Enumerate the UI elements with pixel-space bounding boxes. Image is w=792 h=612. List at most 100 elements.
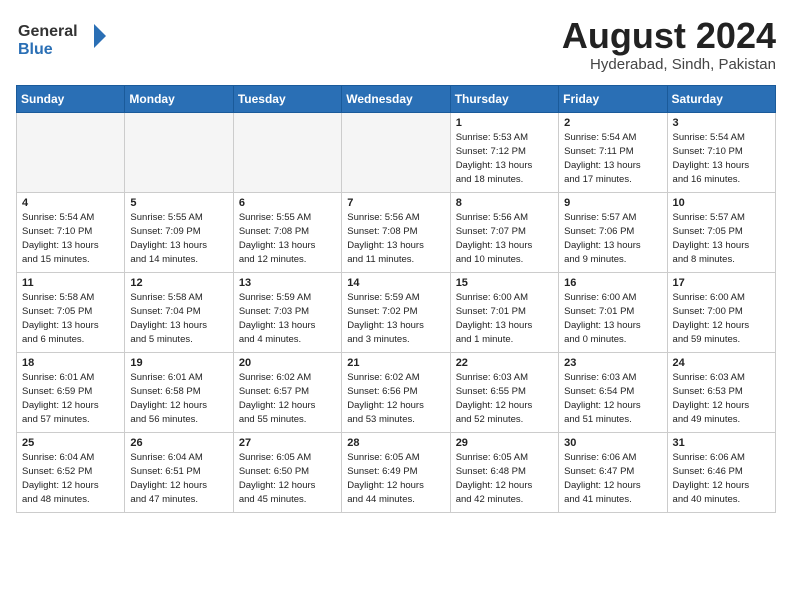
day-info: Sunrise: 5:59 AM Sunset: 7:03 PM Dayligh… xyxy=(239,291,336,348)
week-row-5: 25Sunrise: 6:04 AM Sunset: 6:52 PM Dayli… xyxy=(17,432,776,512)
calendar-cell: 21 Sunrise: 6:02 AM Sunset: 6:56 PM Dayli… xyxy=(342,352,450,432)
calendar-cell: 13 Sunrise: 5:59 AM Sunset: 7:03 PM Dayli… xyxy=(233,272,341,352)
calendar-cell: 14Sunrise: 5:59 AM Sunset: 7:02 PM Dayli… xyxy=(342,272,450,352)
weekday-header-row: SundayMondayTuesdayWednesdayThursdayFrid… xyxy=(17,85,776,112)
calendar-cell: 22Sunrise: 6:03 AM Sunset: 6:55 PM Dayli… xyxy=(450,352,558,432)
day-info: Sunrise: 5:54 AM Sunset: 7:10 PM Dayligh… xyxy=(22,211,119,268)
day-number: 24 xyxy=(673,357,770,369)
day-number: 1 xyxy=(456,117,553,129)
calendar-cell: 3 Sunrise: 5:54 AM Sunset: 7:10 PM Daylig… xyxy=(667,112,775,192)
day-info: Sunrise: 6:04 AM Sunset: 6:51 PM Dayligh… xyxy=(130,451,227,508)
calendar-cell: 7 Sunrise: 5:56 AM Sunset: 7:08 PM Daylig… xyxy=(342,192,450,272)
day-info: Sunrise: 6:02 AM Sunset: 6:56 PM Dayligh… xyxy=(347,371,444,428)
day-number: 15 xyxy=(456,277,553,289)
location: Hyderabad, Sindh, Pakistan xyxy=(562,56,776,73)
day-number: 19 xyxy=(130,357,227,369)
day-number: 16 xyxy=(564,277,661,289)
day-number: 2 xyxy=(564,117,661,129)
weekday-saturday: Saturday xyxy=(667,85,775,112)
day-info: Sunrise: 5:56 AM Sunset: 7:08 PM Dayligh… xyxy=(347,211,444,268)
calendar-cell xyxy=(233,112,341,192)
day-number: 12 xyxy=(130,277,227,289)
day-number: 21 xyxy=(347,357,444,369)
calendar-cell: 12Sunrise: 5:58 AM Sunset: 7:04 PM Dayli… xyxy=(125,272,233,352)
day-number: 3 xyxy=(673,117,770,129)
day-info: Sunrise: 6:05 AM Sunset: 6:50 PM Dayligh… xyxy=(239,451,336,508)
day-number: 4 xyxy=(22,197,119,209)
calendar-cell: 4 Sunrise: 5:54 AM Sunset: 7:10 PM Daylig… xyxy=(17,192,125,272)
day-info: Sunrise: 6:01 AM Sunset: 6:59 PM Dayligh… xyxy=(22,371,119,428)
day-number: 9 xyxy=(564,197,661,209)
day-number: 11 xyxy=(22,277,119,289)
calendar-cell: 23 Sunrise: 6:03 AM Sunset: 6:54 PM Dayli… xyxy=(559,352,667,432)
day-info: Sunrise: 5:57 AM Sunset: 7:06 PM Dayligh… xyxy=(564,211,661,268)
day-number: 30 xyxy=(564,437,661,449)
week-row-3: 11 Sunrise: 5:58 AM Sunset: 7:05 PM Dayli… xyxy=(17,272,776,352)
calendar-cell: 20Sunrise: 6:02 AM Sunset: 6:57 PM Dayli… xyxy=(233,352,341,432)
day-info: Sunrise: 5:55 AM Sunset: 7:09 PM Dayligh… xyxy=(130,211,227,268)
calendar-cell: 31 Sunrise: 6:06 AM Sunset: 6:46 PM Dayli… xyxy=(667,432,775,512)
calendar-cell: 17 Sunrise: 6:00 AM Sunset: 7:00 PM Dayli… xyxy=(667,272,775,352)
day-number: 14 xyxy=(347,277,444,289)
day-number: 6 xyxy=(239,197,336,209)
day-info: Sunrise: 6:05 AM Sunset: 6:48 PM Dayligh… xyxy=(456,451,553,508)
calendar-cell: 27 Sunrise: 6:05 AM Sunset: 6:50 PM Dayli… xyxy=(233,432,341,512)
calendar-cell: 8Sunrise: 5:56 AM Sunset: 7:07 PM Daylig… xyxy=(450,192,558,272)
calendar-cell: 2Sunrise: 5:54 AM Sunset: 7:11 PM Daylig… xyxy=(559,112,667,192)
day-info: Sunrise: 6:06 AM Sunset: 6:46 PM Dayligh… xyxy=(673,451,770,508)
calendar-cell: 1 Sunrise: 5:53 AM Sunset: 7:12 PM Daylig… xyxy=(450,112,558,192)
day-info: Sunrise: 5:55 AM Sunset: 7:08 PM Dayligh… xyxy=(239,211,336,268)
day-info: Sunrise: 6:00 AM Sunset: 7:01 PM Dayligh… xyxy=(456,291,553,348)
week-row-2: 4 Sunrise: 5:54 AM Sunset: 7:10 PM Daylig… xyxy=(17,192,776,272)
day-info: Sunrise: 6:00 AM Sunset: 7:00 PM Dayligh… xyxy=(673,291,770,348)
day-info: Sunrise: 5:58 AM Sunset: 7:05 PM Dayligh… xyxy=(22,291,119,348)
day-info: Sunrise: 6:06 AM Sunset: 6:47 PM Dayligh… xyxy=(564,451,661,508)
day-info: Sunrise: 6:03 AM Sunset: 6:53 PM Dayligh… xyxy=(673,371,770,428)
weekday-sunday: Sunday xyxy=(17,85,125,112)
calendar-cell: 29 Sunrise: 6:05 AM Sunset: 6:48 PM Dayli… xyxy=(450,432,558,512)
day-info: Sunrise: 6:00 AM Sunset: 7:01 PM Dayligh… xyxy=(564,291,661,348)
day-number: 10 xyxy=(673,197,770,209)
week-row-1: 1 Sunrise: 5:53 AM Sunset: 7:12 PM Daylig… xyxy=(17,112,776,192)
day-number: 5 xyxy=(130,197,227,209)
day-number: 29 xyxy=(456,437,553,449)
calendar-cell: 16 Sunrise: 6:00 AM Sunset: 7:01 PM Dayli… xyxy=(559,272,667,352)
day-info: Sunrise: 6:02 AM Sunset: 6:57 PM Dayligh… xyxy=(239,371,336,428)
day-number: 13 xyxy=(239,277,336,289)
day-info: Sunrise: 6:01 AM Sunset: 6:58 PM Dayligh… xyxy=(130,371,227,428)
calendar-cell: 10 Sunrise: 5:57 AM Sunset: 7:05 PM Dayli… xyxy=(667,192,775,272)
day-number: 27 xyxy=(239,437,336,449)
weekday-monday: Monday xyxy=(125,85,233,112)
day-info: Sunrise: 6:05 AM Sunset: 6:49 PM Dayligh… xyxy=(347,451,444,508)
calendar-cell xyxy=(17,112,125,192)
calendar-cell: 28Sunrise: 6:05 AM Sunset: 6:49 PM Dayli… xyxy=(342,432,450,512)
day-info: Sunrise: 5:54 AM Sunset: 7:10 PM Dayligh… xyxy=(673,131,770,188)
calendar-cell: 5 Sunrise: 5:55 AM Sunset: 7:09 PM Daylig… xyxy=(125,192,233,272)
week-row-4: 18Sunrise: 6:01 AM Sunset: 6:59 PM Dayli… xyxy=(17,352,776,432)
calendar-cell: 18Sunrise: 6:01 AM Sunset: 6:59 PM Dayli… xyxy=(17,352,125,432)
day-number: 23 xyxy=(564,357,661,369)
day-info: Sunrise: 6:03 AM Sunset: 6:54 PM Dayligh… xyxy=(564,371,661,428)
calendar-body: 1 Sunrise: 5:53 AM Sunset: 7:12 PM Daylig… xyxy=(17,112,776,512)
day-info: Sunrise: 5:57 AM Sunset: 7:05 PM Dayligh… xyxy=(673,211,770,268)
svg-text:Blue: Blue xyxy=(18,41,53,58)
svg-text:General: General xyxy=(18,23,78,40)
day-number: 17 xyxy=(673,277,770,289)
day-info: Sunrise: 5:56 AM Sunset: 7:07 PM Dayligh… xyxy=(456,211,553,268)
weekday-thursday: Thursday xyxy=(450,85,558,112)
calendar-cell: 6 Sunrise: 5:55 AM Sunset: 7:08 PM Daylig… xyxy=(233,192,341,272)
weekday-friday: Friday xyxy=(559,85,667,112)
calendar-cell: 9 Sunrise: 5:57 AM Sunset: 7:06 PM Daylig… xyxy=(559,192,667,272)
calendar-cell: 24 Sunrise: 6:03 AM Sunset: 6:53 PM Dayli… xyxy=(667,352,775,432)
generalblue-logo: General Blue xyxy=(16,16,106,66)
calendar-cell xyxy=(342,112,450,192)
day-number: 7 xyxy=(347,197,444,209)
day-info: Sunrise: 5:53 AM Sunset: 7:12 PM Dayligh… xyxy=(456,131,553,188)
calendar-cell: 26Sunrise: 6:04 AM Sunset: 6:51 PM Dayli… xyxy=(125,432,233,512)
day-number: 25 xyxy=(22,437,119,449)
day-number: 31 xyxy=(673,437,770,449)
weekday-tuesday: Tuesday xyxy=(233,85,341,112)
calendar-cell: 30 Sunrise: 6:06 AM Sunset: 6:47 PM Dayli… xyxy=(559,432,667,512)
title-section: August 2024 Hyderabad, Sindh, Pakistan xyxy=(562,16,776,73)
calendar-cell: 15 Sunrise: 6:00 AM Sunset: 7:01 PM Dayli… xyxy=(450,272,558,352)
